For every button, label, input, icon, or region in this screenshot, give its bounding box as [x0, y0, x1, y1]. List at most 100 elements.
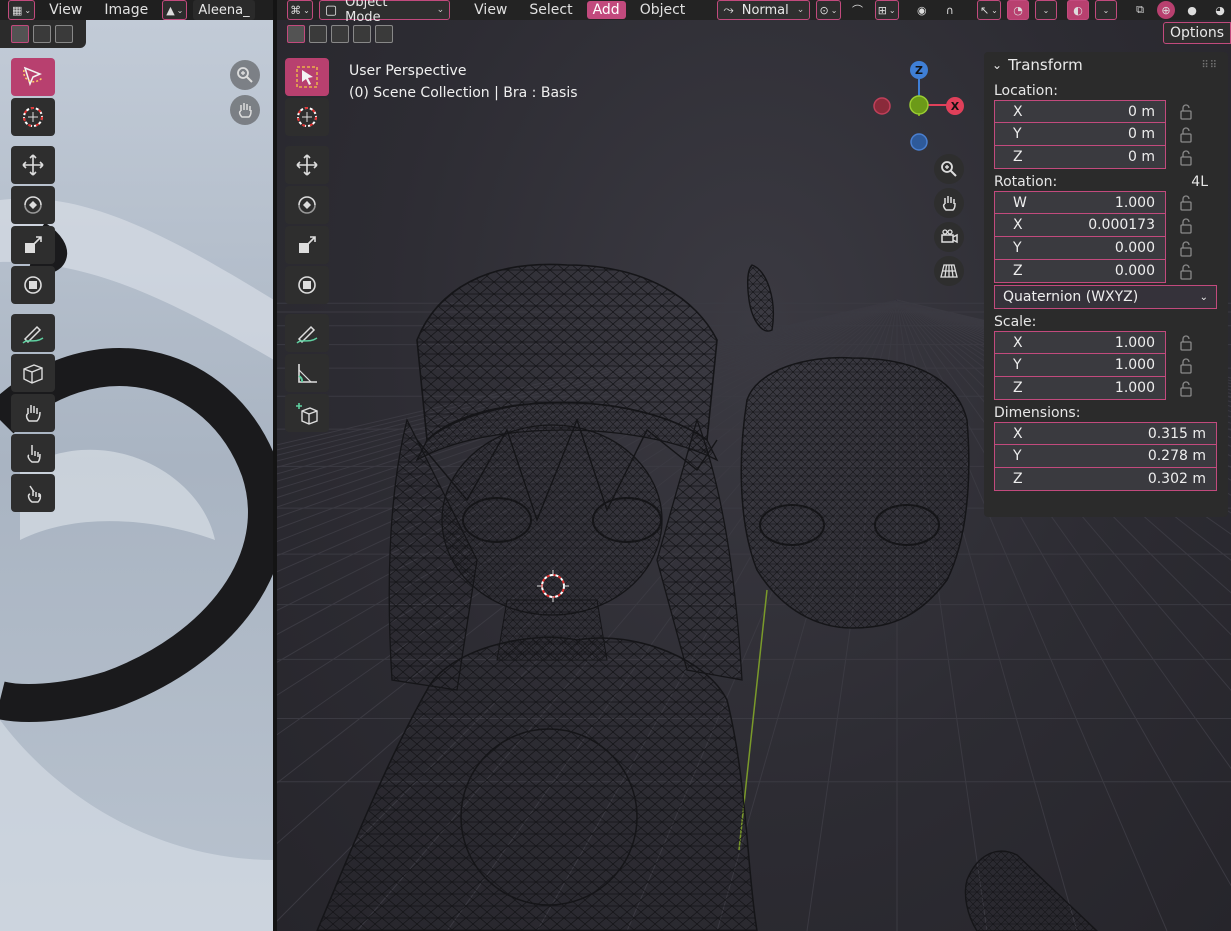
- drag-grip-icon[interactable]: ⠿⠿: [1201, 60, 1218, 71]
- location-y-lock[interactable]: [1166, 126, 1206, 143]
- rotation-lock-4l[interactable]: 4L: [1191, 174, 1208, 190]
- snap-target-button[interactable]: ⊞ ⌄: [874, 0, 899, 20]
- image-zoom-button[interactable]: [230, 60, 260, 90]
- image-browse-button[interactable]: ▲ ⌄: [162, 0, 188, 20]
- solid-sphere-icon: ●: [1187, 3, 1197, 17]
- scale-icon: [299, 236, 316, 253]
- viewport-zoom-button[interactable]: [934, 154, 964, 184]
- tool-transform[interactable]: [285, 266, 329, 304]
- tool-cursor[interactable]: [285, 98, 329, 136]
- rotation-x-field[interactable]: X 0.000173: [994, 214, 1166, 237]
- image-editor-icon: ▦: [12, 3, 23, 17]
- tool-annotate[interactable]: [285, 314, 329, 352]
- xray-dropdown-button[interactable]: ⌄: [1095, 0, 1118, 20]
- viewport-pan-button[interactable]: [934, 188, 964, 218]
- menu-select[interactable]: Select: [521, 2, 580, 18]
- shading-solid-button[interactable]: ●: [1181, 0, 1203, 20]
- scale-x-field[interactable]: X 1.000: [994, 331, 1166, 354]
- tool-measure[interactable]: [285, 354, 329, 392]
- image-name-field[interactable]: Aleena_: [193, 0, 255, 20]
- tool-scale[interactable]: [285, 226, 329, 264]
- tool-add-cube[interactable]: [285, 394, 329, 432]
- location-z-field[interactable]: Z 0 m: [994, 146, 1166, 169]
- tool-rotate[interactable]: [11, 186, 55, 224]
- scale-z-lock[interactable]: [1166, 380, 1206, 397]
- tool-cursor[interactable]: [11, 98, 55, 136]
- orientation-dropdown[interactable]: ⤳ Normal ⌄: [717, 0, 811, 20]
- pivot-button[interactable]: ⊙ ⌄: [816, 0, 841, 20]
- menu-view[interactable]: View: [466, 2, 515, 18]
- toggle-xray-button[interactable]: ⧉: [1129, 0, 1151, 20]
- select-invert-icon[interactable]: [353, 25, 371, 43]
- dimensions-z-field[interactable]: Z 0.302 m: [994, 468, 1217, 491]
- transform-panel-header[interactable]: ⌄ Transform ⠿⠿: [984, 52, 1228, 78]
- location-y-field[interactable]: Y 0 m: [994, 123, 1166, 146]
- tool-sample[interactable]: [11, 354, 55, 392]
- rotation-w-field[interactable]: W 1.000: [994, 191, 1166, 214]
- field-value: 0 m: [1128, 103, 1155, 120]
- select-intersect-icon[interactable]: [375, 25, 393, 43]
- mode-dropdown[interactable]: ▢ Object Mode ⌄: [318, 0, 451, 25]
- snap-button[interactable]: ⌒: [847, 0, 869, 20]
- tool-pinch[interactable]: [11, 434, 55, 472]
- gizmo-toggle-button[interactable]: ↖ ⌄: [976, 0, 1002, 20]
- rotation-y-field[interactable]: Y 0.000: [994, 237, 1166, 260]
- falloff-button[interactable]: ∩: [939, 0, 961, 20]
- svg-text:X: X: [951, 100, 960, 113]
- overlay-dropdown-button[interactable]: ⌄: [1035, 0, 1058, 20]
- scale-x-lock[interactable]: [1166, 334, 1206, 351]
- viewport-info-text: User Perspective (0) Scene Collection | …: [349, 60, 578, 104]
- tool-rotate[interactable]: [285, 186, 329, 224]
- rotation-mode-select[interactable]: Quaternion (WXYZ) ⌄: [994, 285, 1217, 309]
- menu-add[interactable]: Add: [586, 1, 626, 19]
- proportional-edit-button[interactable]: ◉: [911, 0, 933, 20]
- scale-y-field[interactable]: Y 1.000: [994, 354, 1166, 377]
- proportional-edit-icon: ◉: [916, 3, 927, 17]
- overlay-toggle-button[interactable]: ◔: [1007, 0, 1030, 20]
- location-x-field[interactable]: X 0 m: [994, 100, 1166, 123]
- shading-wireframe-button[interactable]: ⊕: [1157, 1, 1176, 19]
- tool-thumb[interactable]: [11, 474, 55, 512]
- location-x-lock[interactable]: [1166, 103, 1206, 120]
- tool-select-lasso[interactable]: [11, 58, 55, 96]
- tool-select-box[interactable]: [285, 58, 329, 96]
- rotation-y-lock[interactable]: [1166, 240, 1206, 257]
- options-button[interactable]: Options: [1162, 22, 1231, 44]
- dimensions-x-field[interactable]: X 0.315 m: [994, 422, 1217, 445]
- navigation-gizmo[interactable]: Z X: [867, 58, 967, 158]
- location-z-lock[interactable]: [1166, 149, 1206, 166]
- tool-move[interactable]: [11, 146, 55, 184]
- scale-z-field[interactable]: Z 1.000: [994, 377, 1166, 400]
- tool-scale[interactable]: [11, 226, 55, 264]
- image-image-menu[interactable]: Image: [96, 2, 156, 18]
- editor-type-button[interactable]: ⌘ ⌄: [287, 0, 313, 20]
- tool-transform[interactable]: [11, 266, 55, 304]
- rotation-z-lock[interactable]: [1166, 263, 1206, 280]
- axis-label: X: [1013, 217, 1023, 233]
- 3d-viewport[interactable]: ⌘ ⌄ ▢ Object Mode ⌄ View Select Add Objec…: [277, 0, 1231, 931]
- perspective-toggle-button[interactable]: [934, 256, 964, 286]
- rotation-x-lock[interactable]: [1166, 217, 1206, 234]
- scale-y-lock[interactable]: [1166, 357, 1206, 374]
- tool-annotate[interactable]: [11, 314, 55, 352]
- select-extend-icon[interactable]: [33, 25, 51, 43]
- rotation-w-lock[interactable]: [1166, 194, 1206, 211]
- xray-toggle-button[interactable]: ◐: [1067, 0, 1090, 20]
- select-subtract-icon[interactable]: [55, 25, 73, 43]
- select-subtract-icon[interactable]: [331, 25, 349, 43]
- image-view-menu[interactable]: View: [41, 2, 90, 18]
- area-splitter[interactable]: [273, 0, 277, 931]
- select-new-icon[interactable]: [287, 25, 305, 43]
- editor-type-button[interactable]: ▦ ⌄: [8, 0, 36, 20]
- select-extend-icon[interactable]: [309, 25, 327, 43]
- camera-view-button[interactable]: [934, 222, 964, 252]
- tool-grab[interactable]: [11, 394, 55, 432]
- select-new-icon[interactable]: [11, 25, 29, 43]
- dimensions-y-field[interactable]: Y 0.278 m: [994, 445, 1217, 468]
- image-pan-button[interactable]: [230, 95, 260, 125]
- rotation-z-field[interactable]: Z 0.000: [994, 260, 1166, 283]
- menu-object[interactable]: Object: [632, 2, 694, 18]
- neg-x-axis-handle: [873, 97, 891, 115]
- shading-material-button[interactable]: ◕: [1209, 0, 1231, 20]
- tool-move[interactable]: [285, 146, 329, 184]
